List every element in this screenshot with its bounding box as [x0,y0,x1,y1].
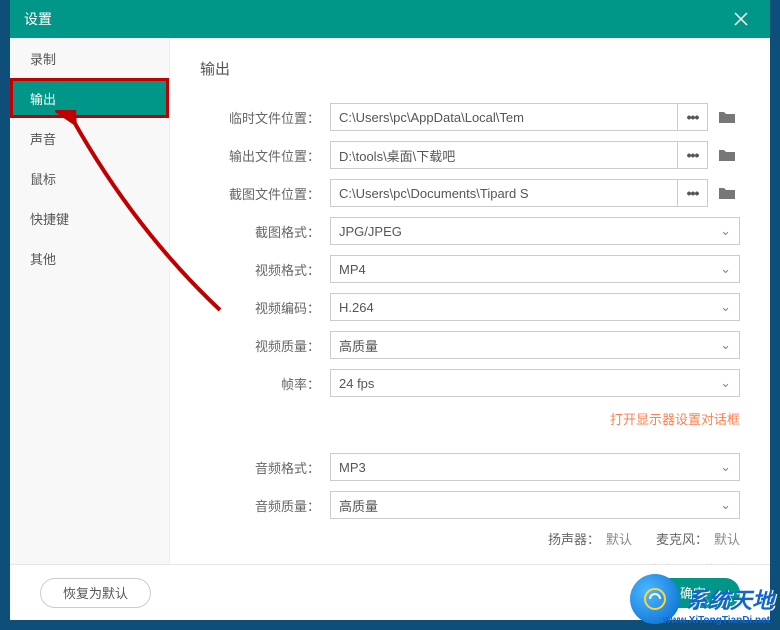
chevron-down-icon: ⌄ [720,459,731,475]
sidebar-label: 声音 [30,129,56,148]
label-video-quality: 视频质量： [200,336,320,355]
select-audio-quality[interactable]: 高质量 ⌄ [330,491,740,519]
select-value: MP4 [339,262,366,277]
sidebar-item-other[interactable]: 其他 [10,238,169,278]
browse-screenshot-button[interactable]: ••• [678,179,708,207]
label-video-fmt: 视频格式： [200,260,320,279]
label-fps: 帧率： [200,374,320,393]
reset-button[interactable]: 恢复为默认 [40,578,151,608]
settings-window: 设置 录制 输出 声音 鼠标 快捷键 其他 输出 临时文件位置： C:\User… [10,0,770,620]
row-output-path: 输出文件位置： D:\tools\桌面\下载吧 ••• [200,141,740,169]
select-value: MP3 [339,460,366,475]
folder-icon [719,148,735,162]
chevron-down-icon: ⌄ [720,261,731,277]
select-value: H.264 [339,300,374,315]
display-settings-link[interactable]: 打开显示器设置对话框 [610,412,740,427]
row-video-codec: 视频编码： H.264 ⌄ [200,293,740,321]
browse-temp-button[interactable]: ••• [678,103,708,131]
sidebar-item-output[interactable]: 输出 [10,78,169,118]
sidebar-label: 鼠标 [30,169,56,188]
mic-value: 默认 [714,532,740,547]
row-fps: 帧率： 24 fps ⌄ [200,369,740,397]
sidebar-item-record[interactable]: 录制 [10,38,169,78]
sound-link-row: 打开声音设置对话框 [200,560,740,564]
watermark: 系统天地 www.XiTongTianDi.net [630,574,774,624]
select-value: 24 fps [339,376,374,391]
label-video-codec: 视频编码： [200,298,320,317]
row-screenshot-path: 截图文件位置： C:\Users\pc\Documents\Tipard S •… [200,179,740,207]
row-audio-quality: 音频质量： 高质量 ⌄ [200,491,740,519]
label-screenshot-fmt: 截图格式： [200,222,320,241]
folder-icon [719,186,735,200]
chevron-down-icon: ⌄ [720,299,731,315]
window-body: 录制 输出 声音 鼠标 快捷键 其他 输出 临时文件位置： C:\Users\p… [10,38,770,564]
sidebar-label: 录制 [30,49,56,68]
row-temp-path: 临时文件位置： C:\Users\pc\AppData\Local\Tem ••… [200,103,740,131]
label-temp-path: 临时文件位置： [200,108,320,127]
chevron-down-icon: ⌄ [720,223,731,239]
sidebar: 录制 输出 声音 鼠标 快捷键 其他 [10,38,170,564]
watermark-url: www.XiTongTianDi.net [663,615,770,626]
select-screenshot-fmt[interactable]: JPG/JPEG ⌄ [330,217,740,245]
label-output-path: 输出文件位置： [200,146,320,165]
chevron-down-icon: ⌄ [720,375,731,391]
row-screenshot-fmt: 截图格式： JPG/JPEG ⌄ [200,217,740,245]
watermark-text: 系统天地 [686,583,774,615]
section-title-output: 输出 [200,58,740,79]
label-audio-quality: 音频质量： [200,496,320,515]
select-audio-fmt[interactable]: MP3 ⌄ [330,453,740,481]
row-video-fmt: 视频格式： MP4 ⌄ [200,255,740,283]
select-value: 高质量 [339,336,378,355]
browse-output-button[interactable]: ••• [678,141,708,169]
input-temp-path[interactable]: C:\Users\pc\AppData\Local\Tem [330,103,678,131]
main-panel: 输出 临时文件位置： C:\Users\pc\AppData\Local\Tem… [170,38,770,564]
chevron-down-icon: ⌄ [720,337,731,353]
sidebar-label: 其他 [30,249,56,268]
select-video-codec[interactable]: H.264 ⌄ [330,293,740,321]
sound-settings-link[interactable]: 打开声音设置对话框 [623,563,740,564]
input-output-path[interactable]: D:\tools\桌面\下载吧 [330,141,678,169]
label-screenshot-path: 截图文件位置： [200,184,320,203]
sidebar-item-mouse[interactable]: 鼠标 [10,158,169,198]
input-screenshot-path[interactable]: C:\Users\pc\Documents\Tipard S [330,179,678,207]
speaker-label: 扬声器： [548,532,600,547]
folder-icon [719,110,735,124]
open-temp-folder-button[interactable] [714,103,740,131]
select-video-quality[interactable]: 高质量 ⌄ [330,331,740,359]
sidebar-item-hotkey[interactable]: 快捷键 [10,198,169,238]
sidebar-item-sound[interactable]: 声音 [10,118,169,158]
close-icon [734,12,748,26]
select-value: JPG/JPEG [339,224,402,239]
chevron-down-icon: ⌄ [720,497,731,513]
display-link-row: 打开显示器设置对话框 [200,409,740,429]
sidebar-label: 输出 [30,89,56,108]
select-video-fmt[interactable]: MP4 ⌄ [330,255,740,283]
device-row: 扬声器： 默认 麦克风： 默认 [200,529,740,548]
close-button[interactable] [726,4,756,34]
row-video-quality: 视频质量： 高质量 ⌄ [200,331,740,359]
sidebar-label: 快捷键 [30,209,69,228]
select-fps[interactable]: 24 fps ⌄ [330,369,740,397]
label-audio-fmt: 音频格式： [200,458,320,477]
window-title: 设置 [24,9,52,29]
titlebar: 设置 [10,0,770,38]
mic-label: 麦克风： [656,532,708,547]
row-audio-fmt: 音频格式： MP3 ⌄ [200,453,740,481]
open-output-folder-button[interactable] [714,141,740,169]
speaker-value: 默认 [606,532,632,547]
select-value: 高质量 [339,496,378,515]
open-screenshot-folder-button[interactable] [714,179,740,207]
